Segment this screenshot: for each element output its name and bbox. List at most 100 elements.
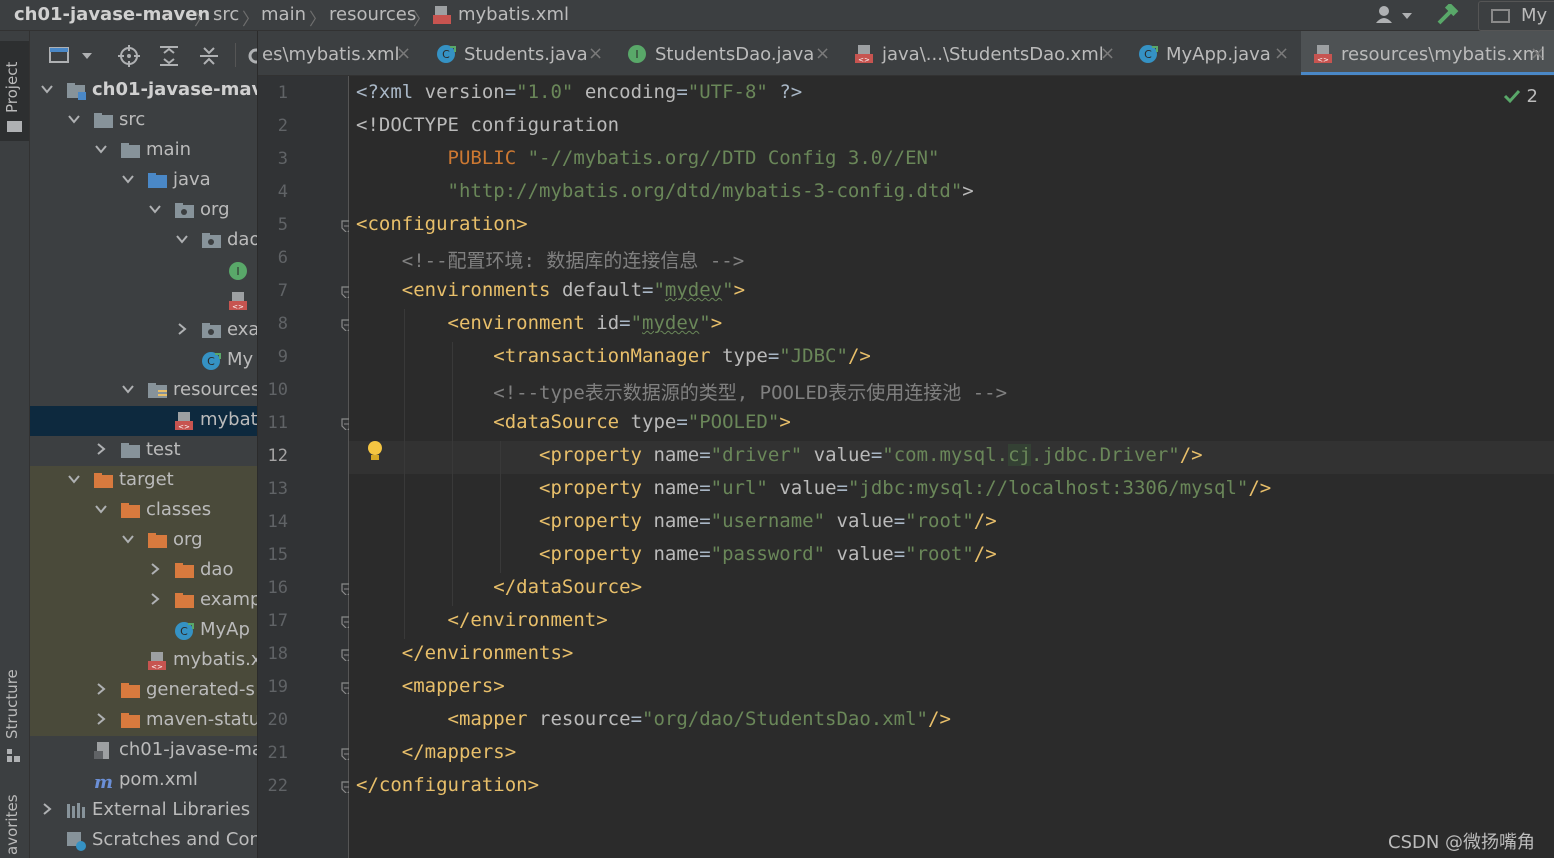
code-line[interactable]: <!--配置环境: 数据库的连接信息 --> [356, 246, 744, 273]
breadcrumb-src[interactable]: src [213, 4, 239, 25]
tree-node[interactable]: <> mybat [30, 406, 257, 436]
breadcrumb-resources[interactable]: resources [329, 4, 416, 25]
code-line[interactable]: <transactionManager type="JDBC"/> [356, 345, 871, 367]
tree-node[interactable]: test [30, 436, 257, 466]
settings-gear-icon[interactable] [246, 46, 257, 66]
code-line[interactable]: <environment id="mydev"> [356, 312, 723, 334]
breadcrumb-main[interactable]: main [261, 4, 306, 25]
tree-node[interactable]: ch01-javase-ma [30, 736, 257, 766]
code-line[interactable]: </dataSource> [356, 576, 642, 598]
code-line[interactable]: <mappers> [356, 675, 505, 697]
tree-node[interactable]: exa [30, 316, 257, 346]
chevron-right-icon[interactable] [148, 562, 162, 576]
code-line[interactable]: <property name="driver" value="com.mysql… [356, 444, 1203, 466]
close-icon[interactable]: × [1100, 43, 1115, 64]
project-tool-tab[interactable]: Project [0, 41, 29, 141]
chevron-right-icon[interactable] [175, 322, 189, 336]
tree-node[interactable]: org [30, 526, 257, 556]
chevron-down-icon[interactable] [121, 382, 135, 396]
tree-node[interactable]: Scratches and Cons [30, 826, 257, 856]
breadcrumb-file[interactable]: mybatis.xml [458, 4, 569, 25]
tree-node[interactable]: generated-s [30, 676, 257, 706]
structure-tool-tab[interactable]: Structure [0, 661, 29, 771]
editor-gutter: 1 2 3 4 5 6 7 8 9 10 11 12 13 14 15 16 17 18 19 20 21 22 [258, 76, 353, 858]
tree-node[interactable]: resources [30, 376, 257, 406]
locate-target-icon[interactable] [118, 45, 142, 67]
code-line[interactable]: <!--type表示数据源的类型, POOLED表示使用连接池 --> [356, 378, 1007, 405]
chevron-down-icon[interactable] [121, 532, 135, 546]
tree-node[interactable]: C My [30, 346, 257, 376]
line-number: 1 [277, 83, 288, 103]
editor-tab[interactable]: C MyApp.java × [1126, 31, 1298, 75]
tree-node[interactable]: External Libraries [30, 796, 257, 826]
tree-node[interactable]: maven-statu [30, 706, 257, 736]
class-icon: C [437, 45, 456, 63]
code-line[interactable]: </environments> [356, 642, 574, 664]
collapse-all-icon[interactable] [198, 45, 220, 67]
editor-tab[interactable]: I StudentsDao.java × [615, 31, 839, 75]
expand-all-icon[interactable] [158, 45, 180, 67]
tree-node[interactable]: dao [30, 556, 257, 586]
code-line[interactable]: <dataSource type="POOLED"> [356, 411, 790, 433]
code-line[interactable]: <configuration> [356, 213, 528, 235]
build-hammer-icon[interactable] [1436, 4, 1460, 26]
tree-node[interactable]: classes [30, 496, 257, 526]
tree-node[interactable]: target [30, 466, 257, 496]
tree-node[interactable]: <> mybatis.x [30, 646, 257, 676]
chevron-right-icon[interactable] [94, 442, 108, 456]
code-line[interactable]: "http://mybatis.org/dtd/mybatis-3-config… [356, 180, 974, 202]
chevron-down-icon[interactable] [94, 142, 108, 156]
xml-file-icon: <> [1314, 45, 1332, 64]
inspection-count: 2 [1526, 86, 1538, 107]
code-line[interactable]: </environment> [356, 609, 608, 631]
code-line[interactable]: <property name="url" value="jdbc:mysql:/… [356, 477, 1271, 499]
chevron-right-icon[interactable] [148, 592, 162, 606]
editor-tab[interactable]: <> java\...\StudentsDao.xml × [842, 31, 1124, 75]
chevron-down-icon[interactable] [67, 112, 81, 126]
user-account-icon[interactable] [1374, 5, 1414, 25]
code-line[interactable]: PUBLIC "-//mybatis.org//DTD Config 3.0//… [356, 147, 940, 169]
editor-tab[interactable]: es\mybatis.xml × [258, 31, 420, 75]
editor-tab[interactable]: C Students.java × [424, 31, 612, 75]
chevron-down-icon[interactable] [94, 502, 108, 516]
code-editor[interactable]: 2 <?xml version="1.0" encoding="UTF-8" ?… [349, 76, 1554, 858]
excluded-folder-icon [121, 713, 140, 728]
inspection-status[interactable]: 2 [1503, 86, 1538, 107]
tree-node[interactable]: I [30, 256, 257, 286]
run-configuration-selector[interactable]: My [1478, 1, 1554, 31]
code-line[interactable]: </mappers> [356, 741, 516, 763]
breadcrumb-project[interactable]: ch01-javase-maven [14, 4, 210, 25]
view-selector-icon[interactable] [48, 45, 96, 65]
tree-node[interactable]: ch01-javase-mave [30, 76, 257, 106]
tree-node[interactable]: C MyAp [30, 616, 257, 646]
code-line[interactable]: <mapper resource="org/dao/StudentsDao.xm… [356, 708, 951, 730]
tree-node[interactable]: <> [30, 286, 257, 316]
chevron-down-icon[interactable] [148, 202, 162, 216]
close-icon[interactable]: × [815, 43, 830, 64]
chevron-right-icon[interactable] [40, 802, 54, 816]
tree-node[interactable]: examp [30, 586, 257, 616]
chevron-down-icon[interactable] [67, 472, 81, 486]
code-line[interactable]: <environments default="mydev"> [356, 279, 745, 301]
code-line[interactable]: <!DOCTYPE configuration [356, 114, 619, 136]
chevron-down-icon[interactable] [40, 82, 54, 96]
code-line[interactable]: <?xml version="1.0" encoding="UTF-8" ?> [356, 81, 802, 103]
tree-node[interactable]: main [30, 136, 257, 166]
close-icon[interactable]: × [1274, 43, 1289, 64]
chevron-down-icon[interactable] [121, 172, 135, 186]
tree-node[interactable]: dao [30, 226, 257, 256]
tree-node[interactable]: m pom.xml [30, 766, 257, 796]
chevron-right-icon[interactable] [94, 682, 108, 696]
editor-tab[interactable]: <> resources\mybatis.xml × [1301, 31, 1554, 75]
close-icon[interactable]: × [588, 43, 603, 64]
chevron-down-icon[interactable] [175, 232, 189, 246]
line-number: 9 [277, 347, 288, 367]
tree-node[interactable]: src [30, 106, 257, 136]
tree-node[interactable]: org [30, 196, 257, 226]
close-icon[interactable]: × [396, 43, 411, 64]
tree-node[interactable]: java [30, 166, 257, 196]
chevron-right-icon[interactable] [94, 712, 108, 726]
favorites-tool-tab[interactable]: avorites [0, 791, 29, 858]
close-icon[interactable]: × [1530, 43, 1545, 64]
code-line[interactable]: </configuration> [356, 774, 539, 796]
